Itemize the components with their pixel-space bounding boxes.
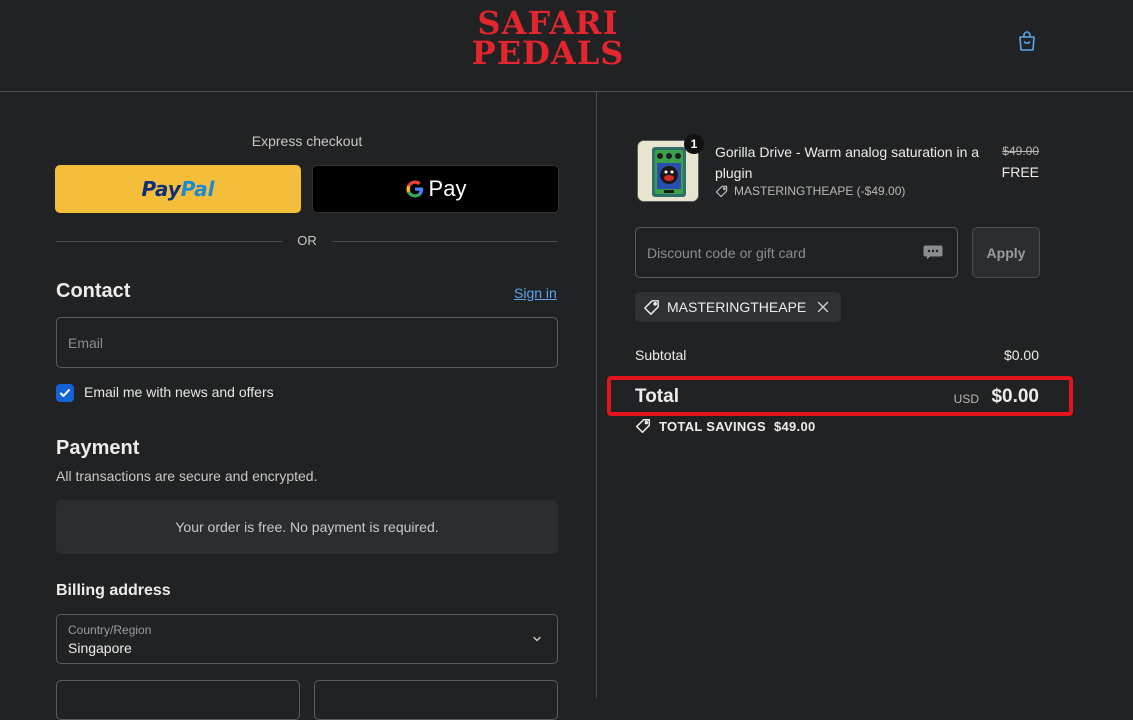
applied-discount-chip: MASTERINGTHEAPE bbox=[635, 292, 842, 322]
apply-discount-button[interactable]: Apply bbox=[972, 227, 1040, 278]
newsletter-label[interactable]: Email me with news and offers bbox=[84, 384, 274, 400]
google-g-icon bbox=[406, 180, 423, 198]
paypal-label-1: Pay bbox=[141, 177, 181, 201]
remove-discount-button[interactable] bbox=[817, 301, 829, 313]
payment-title: Payment bbox=[56, 437, 140, 459]
country-select[interactable]: Country/Region Singapore bbox=[56, 614, 558, 664]
checkmark-icon bbox=[60, 389, 70, 397]
savings-label: TOTAL SAVINGS bbox=[659, 418, 766, 434]
paypal-button[interactable]: Pay Pal bbox=[55, 165, 301, 213]
newsletter-checkbox[interactable] bbox=[56, 384, 74, 402]
order-summary-column: 1 Gorilla Drive - Warm analog saturation… bbox=[597, 92, 1133, 698]
subtotal-label: Subtotal bbox=[635, 347, 687, 363]
product-discount-line: MASTERINGTHEAPE (-$49.00) bbox=[715, 184, 905, 198]
safari-pedals-logo[interactable]: SAFARI PEDALS bbox=[470, 7, 626, 72]
applied-code-label: MASTERINGTHEAPE bbox=[667, 299, 807, 315]
contact-title: Contact bbox=[56, 280, 131, 302]
sign-in-link[interactable]: Sign in bbox=[514, 285, 557, 301]
savings-value: $49.00 bbox=[773, 418, 816, 434]
checkout-form-column: Express checkout Pay Pal Pay OR Contact S… bbox=[0, 92, 597, 720]
first-name-field[interactable] bbox=[56, 680, 300, 720]
price-original: $49.00 bbox=[1002, 144, 1039, 158]
last-name-field[interactable] bbox=[314, 680, 558, 720]
logo-line-2: PEDALS bbox=[471, 34, 625, 72]
google-pay-button[interactable]: Pay bbox=[312, 165, 559, 213]
email-input[interactable] bbox=[57, 318, 557, 367]
country-label: Country/Region bbox=[68, 623, 152, 637]
discount-code-field[interactable] bbox=[635, 227, 958, 278]
total-value: $0.00 bbox=[991, 386, 1039, 407]
express-checkout-title: Express checkout bbox=[251, 133, 363, 149]
close-icon bbox=[818, 301, 829, 313]
or-divider: OR bbox=[56, 233, 558, 251]
country-value: Singapore bbox=[68, 640, 132, 656]
gpay-label: Pay bbox=[428, 176, 467, 201]
product-discount-text: MASTERINGTHEAPE (-$49.00) bbox=[734, 184, 906, 198]
payment-subtitle: All transactions are secure and encrypte… bbox=[56, 468, 318, 484]
or-line-right bbox=[332, 241, 558, 242]
billing-address-title: Billing address bbox=[56, 582, 171, 599]
total-label: Total bbox=[635, 386, 679, 407]
quantity-badge: 1 bbox=[684, 134, 704, 154]
header: SAFARI PEDALS bbox=[0, 0, 1133, 92]
total-currency: USD bbox=[953, 392, 979, 406]
tag-icon bbox=[635, 418, 651, 434]
subtotal-value: $0.00 bbox=[1003, 347, 1039, 363]
or-line-left bbox=[56, 241, 282, 242]
or-label: OR bbox=[297, 233, 317, 248]
free-order-notice: Your order is free. No payment is requir… bbox=[56, 500, 558, 554]
product-name: Gorilla Drive - Warm analog saturation i… bbox=[715, 144, 980, 181]
tag-icon bbox=[715, 185, 728, 197]
total-savings: TOTAL SAVINGS $49.00 bbox=[635, 418, 816, 434]
paypal-label-2: Pal bbox=[180, 177, 215, 201]
price-final: FREE bbox=[1001, 164, 1039, 180]
tag-icon bbox=[644, 299, 659, 315]
discount-code-input[interactable] bbox=[636, 228, 957, 277]
email-field[interactable] bbox=[56, 317, 558, 368]
gift-card-icon bbox=[923, 245, 943, 260]
shopping-bag-icon[interactable] bbox=[1015, 29, 1039, 53]
chevron-down-icon bbox=[533, 636, 541, 642]
